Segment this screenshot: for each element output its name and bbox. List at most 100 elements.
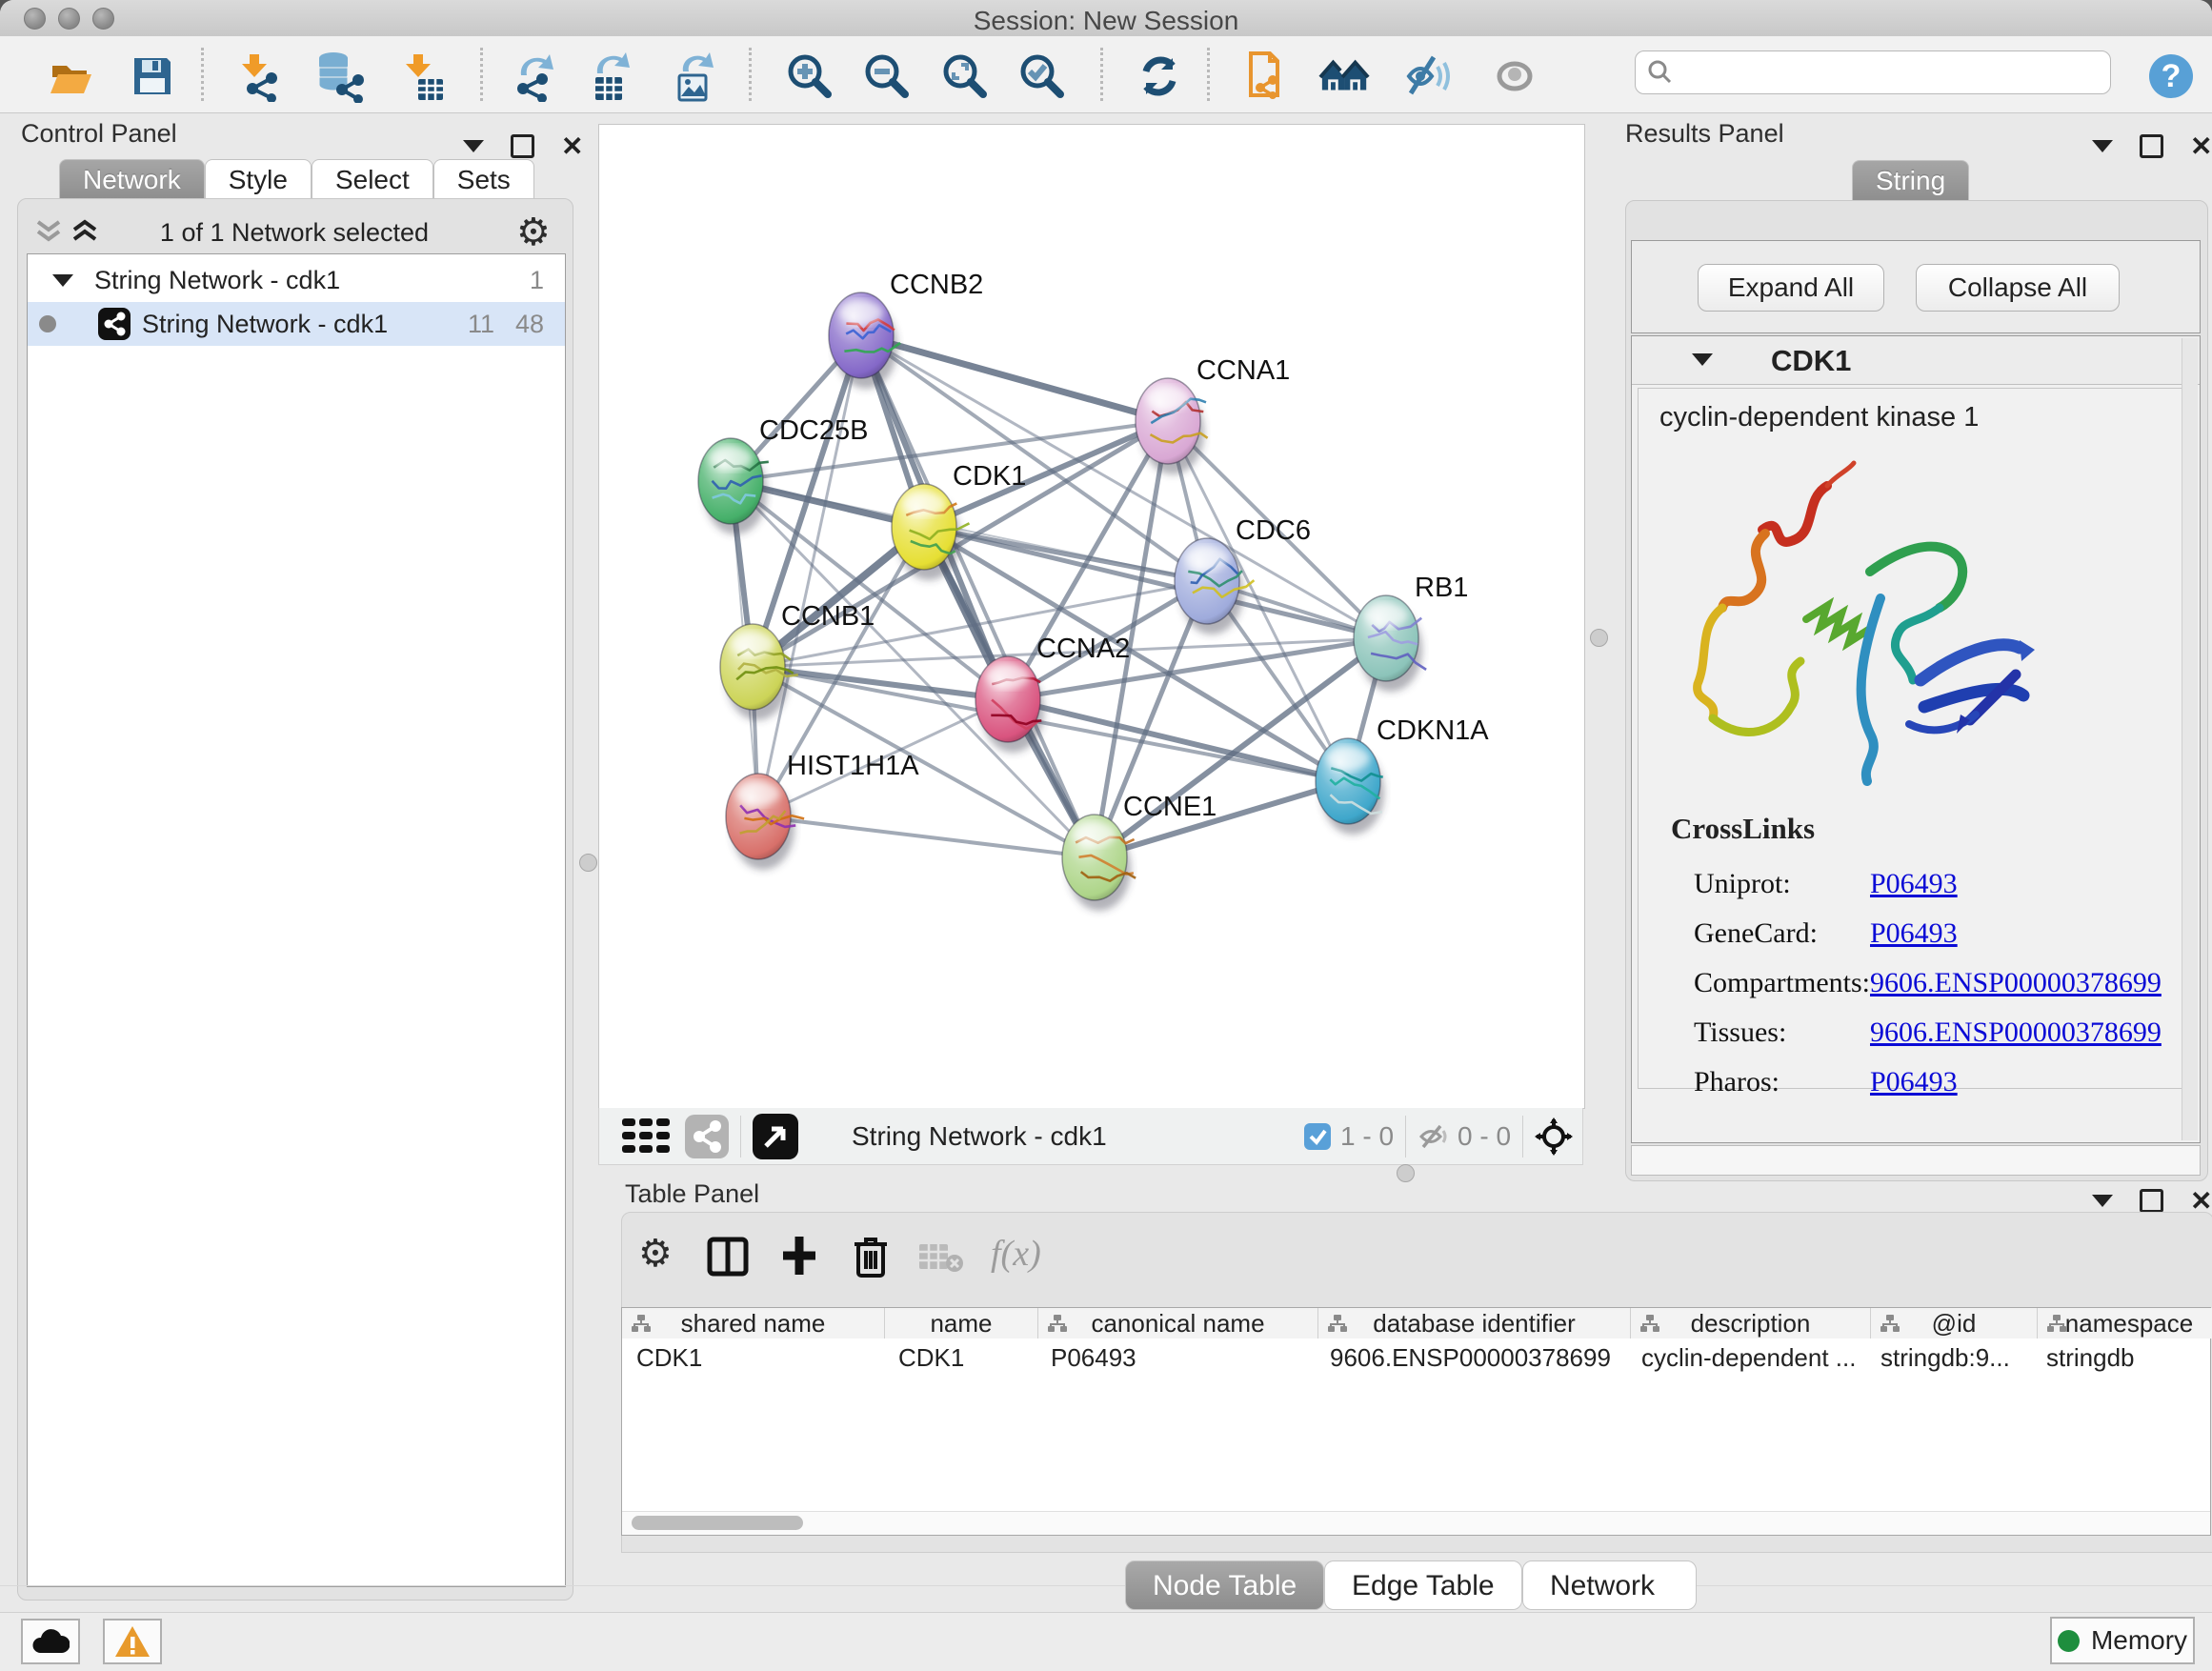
panel-float-menu-icon[interactable] bbox=[2092, 140, 2113, 152]
pan-crosshair-icon[interactable] bbox=[1535, 1117, 1573, 1156]
import-network-database-icon[interactable] bbox=[311, 50, 364, 103]
column-header-shared-name[interactable]: shared name bbox=[622, 1308, 885, 1339]
tab-string[interactable]: String bbox=[1852, 160, 1969, 201]
table-cell[interactable]: stringdb:9... bbox=[1866, 1339, 2032, 1377]
column-header-database-identifier[interactable]: database identifier bbox=[1318, 1308, 1631, 1339]
table-cell[interactable]: CDK1 bbox=[622, 1339, 884, 1377]
left-splitter-handle[interactable] bbox=[579, 854, 597, 872]
collapse-all-button[interactable]: Collapse All bbox=[1916, 264, 2120, 312]
panel-close-icon[interactable]: ✕ bbox=[561, 137, 583, 156]
right-splitter-handle[interactable] bbox=[1590, 629, 1608, 647]
warnings-button[interactable] bbox=[103, 1619, 162, 1664]
results-scrollbar[interactable] bbox=[2182, 338, 2198, 1140]
crosslink-value-link[interactable]: P06493 bbox=[1870, 917, 1958, 950]
show-columns-icon[interactable] bbox=[707, 1237, 749, 1281]
panel-close-icon[interactable]: ✕ bbox=[2190, 137, 2212, 156]
node-label: CDK1 bbox=[953, 461, 1026, 492]
delete-column-icon[interactable] bbox=[852, 1235, 890, 1283]
column-header-description[interactable]: description bbox=[1631, 1308, 1871, 1339]
gene-collapse-icon[interactable] bbox=[1692, 353, 1713, 366]
tab-select[interactable]: Select bbox=[312, 159, 433, 200]
table-row[interactable]: CDK1CDK1P064939606.ENSP00000378699cyclin… bbox=[622, 1339, 2210, 1377]
zoom-selected-icon[interactable] bbox=[1016, 50, 1069, 103]
column-header-name[interactable]: name bbox=[885, 1308, 1038, 1339]
export-table-icon[interactable] bbox=[583, 50, 636, 103]
panel-undock-icon[interactable] bbox=[2140, 1189, 2163, 1213]
table-cell[interactable]: CDK1 bbox=[884, 1339, 1036, 1377]
edge-CCNB2-RB1[interactable] bbox=[861, 335, 1386, 638]
node-CDK1[interactable]: CDK1 bbox=[892, 461, 1026, 580]
panel-float-menu-icon[interactable] bbox=[463, 140, 484, 152]
tab-node-table[interactable]: Node Table bbox=[1125, 1560, 1324, 1610]
node-CCNA1[interactable]: CCNA1 bbox=[1136, 355, 1290, 474]
column-header-canonical-name[interactable]: canonical name bbox=[1038, 1308, 1318, 1339]
network-collection-row[interactable]: String Network - cdk1 1 bbox=[28, 258, 565, 302]
open-session-icon[interactable] bbox=[44, 50, 97, 103]
results-hscrollbar[interactable] bbox=[1631, 1145, 2201, 1176]
import-network-file-icon[interactable] bbox=[232, 50, 286, 103]
cloud-button[interactable] bbox=[21, 1619, 80, 1664]
table-options-gear-icon[interactable]: ⚙ bbox=[638, 1235, 673, 1273]
node-label: CDC6 bbox=[1236, 515, 1311, 546]
home-networks-icon[interactable] bbox=[1318, 50, 1372, 103]
collection-expand-icon[interactable] bbox=[52, 274, 73, 287]
table-cell[interactable]: cyclin-dependent ... bbox=[1627, 1339, 1866, 1377]
node-CCNB1[interactable]: CCNB1 bbox=[720, 601, 875, 720]
save-session-icon[interactable] bbox=[126, 50, 179, 103]
export-image-icon[interactable] bbox=[667, 50, 720, 103]
crosslink-value-link[interactable]: 9606.ENSP00000378699 bbox=[1870, 1017, 2162, 1049]
network-share-view-icon[interactable] bbox=[685, 1115, 729, 1158]
grid-view-icon[interactable] bbox=[622, 1118, 672, 1155]
tab-sets[interactable]: Sets bbox=[433, 159, 534, 200]
export-network-icon[interactable] bbox=[507, 50, 560, 103]
node-RB1[interactable]: RB1 bbox=[1354, 573, 1468, 692]
import-table-file-icon[interactable] bbox=[396, 50, 450, 103]
selected-checkbox-icon[interactable] bbox=[1304, 1123, 1331, 1150]
crosslinks-title: CrossLinks bbox=[1671, 812, 1815, 846]
node-CDKN1A[interactable]: CDKN1A bbox=[1316, 715, 1489, 835]
create-column-icon[interactable] bbox=[779, 1235, 819, 1281]
table-cell[interactable]: P06493 bbox=[1036, 1339, 1316, 1377]
crosslink-value-link[interactable]: P06493 bbox=[1870, 1066, 1958, 1098]
node-CCNE1[interactable]: CCNE1 bbox=[1062, 792, 1217, 911]
zoom-out-icon[interactable] bbox=[860, 50, 914, 103]
network-options-gear-icon[interactable]: ⚙ bbox=[516, 213, 551, 252]
edge-HIST1H1A-CCNE1[interactable] bbox=[758, 816, 1095, 857]
tab-network[interactable]: Network bbox=[59, 159, 205, 200]
table-cell[interactable]: stringdb bbox=[2032, 1339, 2212, 1377]
tab-edge-table[interactable]: Edge Table bbox=[1324, 1560, 1522, 1610]
column-header-namespace[interactable]: namespace bbox=[2038, 1308, 2212, 1339]
refresh-icon[interactable] bbox=[1133, 50, 1186, 103]
search-box bbox=[1635, 50, 2111, 94]
column-header--id[interactable]: @id bbox=[1871, 1308, 2038, 1339]
crosslink-value-link[interactable]: P06493 bbox=[1870, 868, 1958, 900]
network-canvas[interactable]: CCNB2CCNA1CDC25BCDK1CDC6RB1CCNB1CCNA2CDK… bbox=[598, 124, 1585, 1109]
tab-style[interactable]: Style bbox=[205, 159, 312, 200]
table-hscrollbar-thumb[interactable] bbox=[632, 1516, 803, 1530]
panel-undock-icon[interactable] bbox=[511, 134, 534, 158]
zoom-in-icon[interactable] bbox=[783, 50, 836, 103]
edge-CCNB2-HIST1H1A[interactable] bbox=[758, 335, 861, 816]
footer-counts: 1 - 0 0 - 0 bbox=[1304, 1116, 1573, 1158]
panel-close-icon[interactable]: ✕ bbox=[2190, 1192, 2212, 1211]
import-string-file-icon[interactable] bbox=[1239, 50, 1293, 103]
search-input[interactable] bbox=[1674, 57, 2087, 89]
help-icon[interactable]: ? bbox=[2144, 50, 2198, 103]
expand-all-button[interactable]: Expand All bbox=[1698, 264, 1884, 312]
network-row[interactable]: String Network - cdk1 11 48 bbox=[28, 302, 565, 346]
panel-undock-icon[interactable] bbox=[2140, 134, 2163, 158]
table-cell[interactable]: 9606.ENSP00000378699 bbox=[1316, 1339, 1627, 1377]
bottom-splitter-handle[interactable] bbox=[1397, 1164, 1415, 1182]
gene-header-row[interactable]: CDK1 bbox=[1632, 336, 2200, 385]
memory-button[interactable]: Memory bbox=[2050, 1617, 2195, 1664]
edge-CCNB2-CCNA1[interactable] bbox=[861, 335, 1168, 421]
crosslink-value-link[interactable]: 9606.ENSP00000378699 bbox=[1870, 967, 2162, 999]
panel-float-menu-icon[interactable] bbox=[2092, 1195, 2113, 1207]
birds-eye-view-icon[interactable] bbox=[753, 1114, 798, 1159]
node-CCNB2[interactable]: CCNB2 bbox=[829, 270, 983, 389]
tab-network-table[interactable]: Network Table bbox=[1522, 1560, 1697, 1610]
eye-icon[interactable] bbox=[1488, 50, 1541, 103]
zoom-fit-icon[interactable] bbox=[938, 50, 992, 103]
crosslink-label: Pharos: bbox=[1694, 1066, 1870, 1098]
show-hide-graphics-icon[interactable] bbox=[1401, 50, 1455, 103]
